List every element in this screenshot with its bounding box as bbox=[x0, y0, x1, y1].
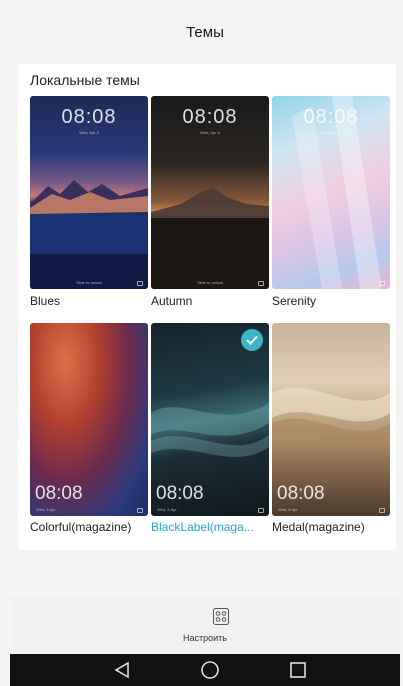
customize-grid-icon bbox=[213, 608, 229, 625]
section-title: Локальные темы bbox=[30, 72, 140, 88]
lockscreen-clock: 08:08 bbox=[182, 106, 238, 128]
theme-thumbnail-colorful[interactable]: 08:08 Wed, 6 Apr bbox=[30, 323, 148, 516]
lockscreen-date: Wed, Apr 6 bbox=[79, 130, 99, 135]
theme-label-autumn[interactable]: Autumn bbox=[151, 294, 192, 308]
camera-icon bbox=[379, 281, 385, 286]
theme-thumbnail-serenity[interactable]: 08:08 Wed, Apr 6 bbox=[272, 96, 390, 289]
theme-label-blues[interactable]: Blues bbox=[30, 294, 60, 308]
lockscreen-date: Wed, Apr 6 bbox=[200, 130, 220, 135]
camera-icon bbox=[137, 508, 143, 513]
theme-label-serenity[interactable]: Serenity bbox=[272, 294, 316, 308]
customize-button[interactable]: Настроить bbox=[10, 596, 400, 652]
camera-icon bbox=[137, 281, 143, 286]
system-navbar bbox=[10, 654, 400, 686]
camera-icon bbox=[258, 281, 264, 286]
customize-label: Настроить bbox=[183, 633, 227, 643]
back-icon bbox=[114, 661, 129, 679]
local-themes-card: Локальные темы 08:08 Wed, Apr 6 Slide to… bbox=[18, 64, 396, 550]
camera-icon bbox=[258, 508, 264, 513]
theme-thumbnail-blues[interactable]: 08:08 Wed, Apr 6 Slide to unlock bbox=[30, 96, 148, 289]
back-button[interactable] bbox=[102, 654, 142, 686]
recents-button[interactable] bbox=[278, 654, 318, 686]
lockscreen-date: Wed, 6 Apr bbox=[157, 507, 177, 512]
slide-to-unlock: Slide to unlock bbox=[75, 280, 102, 285]
theme-thumbnail-autumn[interactable]: 08:08 Wed, Apr 6 Slide to unlock bbox=[151, 96, 269, 289]
lockscreen-clock: 08:08 bbox=[277, 483, 325, 504]
app-header: Темы bbox=[10, 6, 400, 58]
themes-screen: Темы Локальные темы 08:08 Wed, Apr 6 Sli… bbox=[0, 0, 403, 686]
home-button[interactable] bbox=[190, 654, 230, 686]
lockscreen-clock: 08:08 bbox=[61, 106, 117, 128]
lockscreen-date: Wed, 6 Apr bbox=[36, 507, 56, 512]
slide-to-unlock: Slide to unlock bbox=[196, 280, 223, 285]
theme-label-medal[interactable]: Medal(magazine) bbox=[272, 520, 365, 534]
selected-check-icon bbox=[241, 329, 263, 351]
theme-label-blacklabel[interactable]: BlackLabel(maga... bbox=[151, 520, 254, 534]
theme-thumbnail-blacklabel[interactable]: 08:08 Wed, 6 Apr bbox=[151, 323, 269, 516]
lockscreen-date: Wed, Apr 6 bbox=[321, 130, 341, 135]
theme-label-colorful[interactable]: Colorful(magazine) bbox=[30, 520, 131, 534]
home-icon bbox=[201, 661, 219, 679]
recents-icon bbox=[290, 662, 306, 678]
lockscreen-clock: 08:08 bbox=[35, 483, 83, 504]
lockscreen-clock: 08:08 bbox=[303, 106, 359, 128]
lockscreen-date: Wed, 6 Apr bbox=[278, 507, 298, 512]
page-title: Темы bbox=[186, 23, 224, 41]
theme-thumbnail-medal[interactable]: 08:08 Wed, 6 Apr bbox=[272, 323, 390, 516]
lockscreen-clock: 08:08 bbox=[156, 483, 204, 504]
camera-icon bbox=[379, 508, 385, 513]
